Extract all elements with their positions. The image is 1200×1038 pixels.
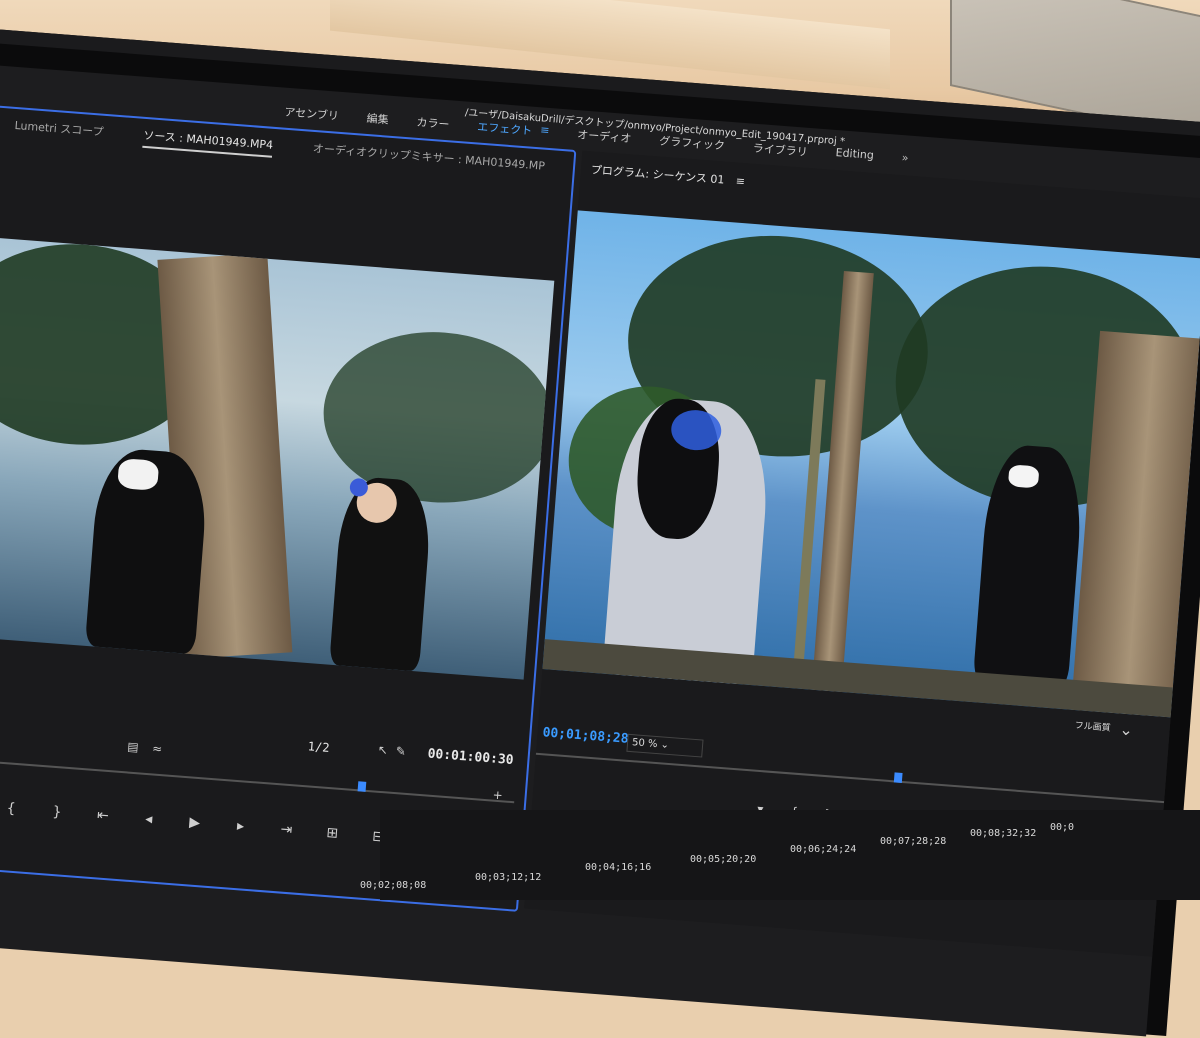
workspace-tab-libraries[interactable]: ライブラリ [752, 140, 809, 166]
timeline-tick: 00;0 [1050, 822, 1075, 833]
source-timecode: 00:01:00:30 [427, 746, 515, 769]
source-resolution-select[interactable]: 1/2 [307, 739, 330, 755]
source-transport-controls: ▾ { } ⇤ ◂ ▶ ▸ ⇥ ⊞ ⊟ ◉ [0, 797, 433, 849]
chevron-down-icon[interactable]: ⌄ [1119, 720, 1134, 740]
tab-lumetri-scopes[interactable]: Lumetri スコープ [14, 117, 104, 145]
program-title: プログラム: シーケンス 01 ≡ [590, 161, 745, 189]
program-time-ruler[interactable] [535, 752, 1165, 804]
mark-out-icon[interactable]: } [48, 804, 65, 821]
timeline-ruler[interactable]: 00;02;08;08 00;03;12;12 00;04;16;16 00;0… [360, 810, 1200, 900]
workspace-tab-editing-en[interactable]: Editing [834, 146, 874, 171]
program-timecode[interactable]: 00;01;08;28 [542, 725, 629, 747]
go-to-out-icon[interactable]: ⇥ [278, 821, 295, 838]
source-monitor-panel: Lumetri スコープ ソース : MAH01949.MP4 オーディオクリッ… [0, 104, 592, 912]
timeline-tick: 00;04;16;16 [585, 862, 652, 873]
workspace-tab-effects[interactable]: エフェクト [476, 118, 533, 144]
workspace-tab-color[interactable]: カラー [415, 114, 450, 138]
workspace-tab-audio[interactable]: オーディオ [576, 126, 632, 152]
zoom-select[interactable]: 50 % ⌄ [626, 733, 704, 758]
timeline-tick: 00;05;20;20 [690, 854, 757, 865]
mark-in-icon[interactable]: { [3, 800, 20, 817]
timeline-tick: 00;02;08;08 [360, 880, 427, 891]
pointer-icon: ↖ [377, 742, 389, 758]
program-video-frame [542, 210, 1200, 718]
drag-video-icon[interactable]: ▤ [127, 739, 139, 754]
timeline-tick: 00;06;24;24 [790, 844, 857, 855]
wrench-icon[interactable]: ✎ [395, 744, 406, 759]
timeline-tick: 00;03;12;12 [475, 872, 542, 883]
program-playhead[interactable] [893, 772, 903, 783]
workspace-tab-graphics[interactable]: グラフィック [658, 132, 726, 159]
play-icon[interactable]: ▶ [186, 814, 203, 831]
insert-icon[interactable]: ⊞ [324, 825, 341, 842]
timeline-tick: 00;08;32;32 [970, 828, 1037, 839]
add-button-icon[interactable]: + [492, 788, 503, 803]
go-to-in-icon[interactable]: ⇤ [94, 807, 111, 824]
timeline-tick: 00;07;28;28 [880, 836, 947, 847]
hamburger-icon[interactable]: ≡ [539, 123, 550, 146]
source-time-ruler[interactable] [0, 756, 515, 804]
hamburger-icon[interactable]: ≡ [735, 174, 745, 188]
workspace-overflow-icon[interactable]: » [901, 151, 909, 173]
workspace-tab-editing[interactable]: 編集 [366, 110, 390, 134]
tab-audio-clip-mixer[interactable]: オーディオクリップミキサー : MAH01949.MP [312, 140, 546, 179]
source-video-frame [0, 234, 555, 680]
drag-audio-icon[interactable]: ≈ [152, 741, 163, 756]
step-forward-icon[interactable]: ▸ [232, 818, 249, 835]
step-back-icon[interactable]: ◂ [140, 811, 157, 828]
zoom-value: 50 % [631, 737, 658, 751]
workspace-tab-assembly[interactable]: アセンブリ [283, 104, 339, 130]
tab-source[interactable]: ソース : MAH01949.MP4 [142, 126, 274, 158]
quality-select[interactable]: フル画質 [1074, 718, 1111, 734]
source-playhead[interactable] [357, 781, 367, 792]
program-sequence-label[interactable]: プログラム: シーケンス 01 [590, 163, 724, 186]
